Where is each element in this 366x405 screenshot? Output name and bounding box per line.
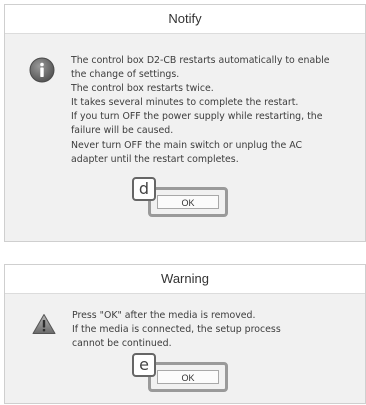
ok-button-highlight: OK [148, 187, 228, 217]
notify-message: The control box D2-CB restarts automatic… [71, 54, 330, 167]
message-line: The control box D2-CB restarts automatic… [71, 55, 330, 66]
warning-icon [32, 313, 56, 335]
warning-dialog: Warning Press "OK" after the media is re… [4, 264, 366, 404]
message-line: If you turn OFF the power supply while r… [71, 111, 323, 123]
warning-message: Press "OK" after the media is removed. I… [72, 309, 281, 351]
callout-label-d: d [132, 177, 156, 201]
message-line: Never turn OFF the main switch or unplug… [71, 139, 303, 151]
message-line: The control box restarts twice. [71, 83, 214, 95]
ok-button[interactable]: OK [157, 370, 219, 384]
ok-button-highlight: OK [148, 362, 228, 392]
dialog-title: Warning [5, 265, 365, 294]
message-line: failure will be caused. [71, 125, 174, 137]
message-line: Press "OK" after the media is removed. [72, 310, 256, 321]
ok-button[interactable]: OK [157, 195, 219, 209]
notify-dialog: Notify The control box D2-CB restarts au… [4, 4, 366, 242]
message-line: adapter until the restart completes. [71, 153, 239, 165]
message-line: It takes several minutes to complete the… [71, 97, 299, 109]
message-line: If the media is connected, the setup pro… [72, 324, 281, 336]
info-icon [29, 57, 55, 83]
dialog-title: Notify [5, 5, 365, 34]
message-line: cannot be continued. [72, 338, 172, 350]
message-line: the change of settings. [71, 69, 180, 81]
callout-label-e: e [132, 353, 156, 377]
